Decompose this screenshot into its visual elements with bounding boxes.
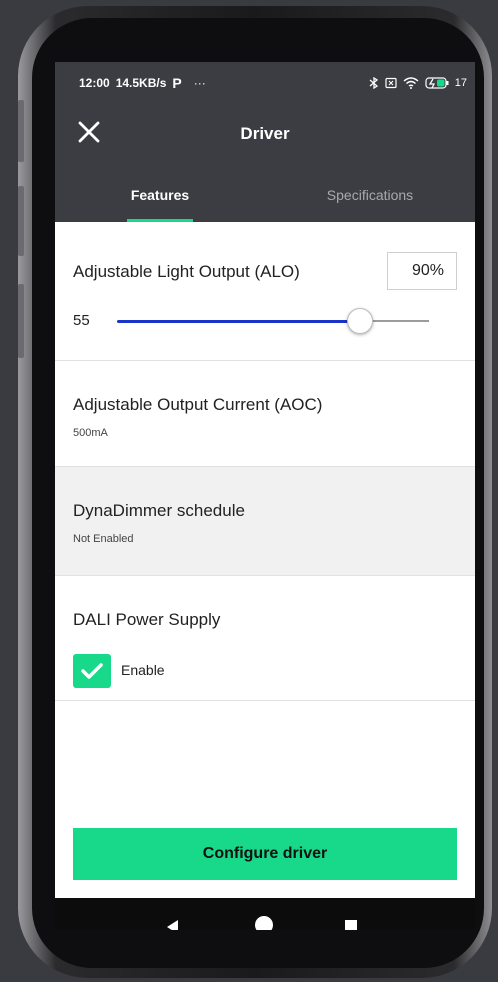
alo-slider[interactable] (117, 308, 429, 334)
battery-charging-icon (425, 77, 449, 89)
page-title: Driver (240, 124, 290, 143)
aoc-value: 500mA (73, 427, 108, 439)
recent-apps-icon[interactable] (345, 920, 357, 930)
alo-percent-input[interactable]: 90% (387, 252, 457, 290)
bluetooth-icon (369, 77, 378, 89)
tab-specifications[interactable]: Specifications (265, 164, 475, 222)
android-nav-bar (55, 898, 475, 930)
phone-side-button (18, 186, 24, 256)
tab-bar: Features Specifications (55, 164, 475, 222)
enable-label: Enable (121, 662, 165, 678)
home-icon[interactable] (255, 916, 273, 930)
alo-title: Adjustable Light Output (ALO) (73, 262, 300, 281)
aoc-title: Adjustable Output Current (AOC) (73, 395, 323, 414)
alo-value: 55 (73, 312, 90, 329)
dynadimmer-status: Not Enabled (73, 533, 134, 545)
phone-side-button (18, 284, 24, 358)
phone-screen: 12:00 14.5KB/s P ··· 17 Driver Features … (55, 62, 475, 930)
slider-thumb[interactable] (347, 308, 373, 334)
p-icon: P (172, 75, 182, 91)
phone-side-button (18, 100, 24, 162)
alo-section: Adjustable Light Output (ALO) 90% 55 (55, 222, 475, 361)
enable-checkbox[interactable] (73, 654, 111, 688)
back-icon[interactable] (167, 920, 178, 930)
slider-track-active (117, 320, 358, 323)
features-content: Adjustable Light Output (ALO) 90% 55 Adj… (55, 222, 475, 870)
sim-icon (385, 77, 397, 89)
configure-driver-button[interactable]: Configure driver (73, 828, 457, 880)
status-time: 12:00 (79, 76, 110, 90)
dali-section: DALI Power Supply Enable (55, 576, 475, 701)
more-dots: ··· (193, 76, 206, 90)
dynadimmer-title: DynaDimmer schedule (73, 501, 245, 520)
status-bar: 12:00 14.5KB/s P ··· 17 (55, 62, 475, 104)
aoc-section[interactable]: Adjustable Output Current (AOC) 500mA (55, 361, 475, 467)
tab-features[interactable]: Features (55, 164, 265, 222)
app-header: Driver (55, 104, 475, 164)
dynadimmer-section[interactable]: DynaDimmer schedule Not Enabled (55, 467, 475, 576)
slider-track-inactive (373, 320, 429, 322)
status-speed: 14.5KB/s (115, 76, 167, 90)
dali-title: DALI Power Supply (73, 610, 221, 629)
wifi-icon (403, 77, 419, 89)
check-icon (81, 663, 103, 679)
battery-level: 17 (454, 77, 467, 89)
